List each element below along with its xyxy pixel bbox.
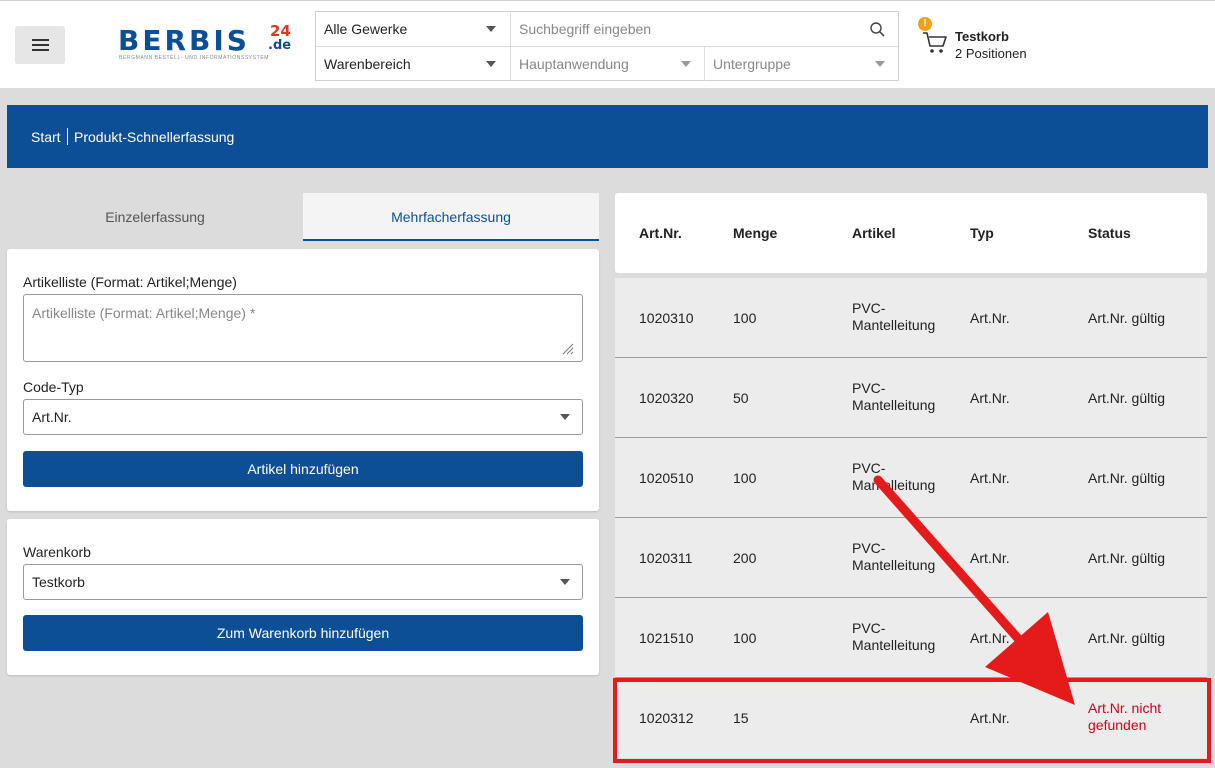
quantity-cell: 200	[733, 550, 757, 566]
codetype-select[interactable]: Art.Nr.	[23, 399, 583, 435]
column-header: Menge	[733, 225, 778, 241]
status-cell: Art.Nr. gültig	[1088, 310, 1166, 326]
type-cell: Art.Nr.	[970, 630, 1010, 646]
cart-title: Testkorb	[955, 29, 1009, 44]
article-cell: PVC- Mantelleitung	[852, 460, 936, 493]
type-cell: Art.Nr.	[970, 470, 1010, 486]
table-row: 1020320 50 PVC- Mantelleitung Art.Nr. Art…	[615, 358, 1207, 438]
results-table-header: Art.Nr. Menge Artikel Typ Status	[615, 193, 1207, 273]
trade-select-value: Alle Gewerke	[324, 21, 408, 37]
article-cell: PVC- Mantelleitung	[852, 300, 936, 333]
logo-tagline: BERGMANN BESTELL- UND INFORMATIONSSYSTEM	[119, 55, 270, 61]
column-header: Typ	[970, 225, 994, 241]
quantity-cell: 15	[733, 710, 749, 726]
column-header: Artikel	[852, 225, 896, 241]
table-row: 1021510 100 PVC- Mantelleitung Art.Nr. Ar…	[615, 598, 1207, 678]
article-cell: PVC- Mantelleitung	[852, 620, 936, 653]
artnr-cell: 1020320	[639, 390, 694, 406]
search-panel: Alle Gewerke Suchbegriff eingeben Warenb…	[315, 11, 899, 81]
berbis-logo[interactable]: BERBIS 24 .de BERGMANN BESTELL- UND INFO…	[118, 22, 298, 65]
codetype-label: Code-Typ	[23, 379, 84, 395]
status-cell-error: Art.Nr. nicht gefunden	[1088, 700, 1162, 733]
main-use-select-value: Hauptanwendung	[519, 56, 629, 72]
area-select-value: Warenbereich	[324, 56, 411, 72]
artnr-cell: 1020312	[639, 710, 694, 726]
codetype-value: Art.Nr.	[32, 409, 72, 425]
resize-handle-icon[interactable]	[562, 343, 574, 355]
cart-form-card: Warenkorb Testkorb Zum Warenkorb hinzufü…	[7, 519, 599, 675]
column-header: Art.Nr.	[639, 225, 682, 241]
chevron-down-icon	[486, 26, 496, 32]
breadcrumb-separator	[67, 128, 68, 145]
cart-select[interactable]: Testkorb	[23, 564, 583, 600]
cart-alert-badge: !	[918, 17, 932, 31]
area-select[interactable]: Warenbereich	[316, 47, 510, 81]
status-cell: Art.Nr. gültig	[1088, 550, 1166, 566]
articlelist-textarea[interactable]: Artikelliste (Format: Artikel;Menge) *	[23, 294, 583, 362]
quantity-cell: 100	[733, 470, 757, 486]
artnr-cell: 1021510	[639, 630, 694, 646]
tab-multi-entry[interactable]: Mehrfacherfassung	[303, 193, 599, 241]
artnr-cell: 1020510	[639, 470, 694, 486]
artnr-cell: 1020311	[639, 550, 693, 566]
quantity-cell: 100	[733, 630, 757, 646]
search-placeholder: Suchbegriff eingeben	[519, 21, 652, 37]
table-row: 1020311 200 PVC- Mantelleitung Art.Nr. Ar…	[615, 518, 1207, 598]
add-article-button[interactable]: Artikel hinzufügen	[23, 451, 583, 487]
main-use-select[interactable]: Hauptanwendung	[511, 47, 704, 81]
quantity-cell: 50	[733, 390, 749, 406]
type-cell: Art.Nr.	[970, 310, 1010, 326]
type-cell: Art.Nr.	[970, 390, 1010, 406]
artnr-cell: 1020310	[639, 310, 694, 326]
status-cell: Art.Nr. gültig	[1088, 390, 1166, 406]
add-to-cart-button[interactable]: Zum Warenkorb hinzufügen	[23, 615, 583, 651]
logo-text: BERBIS	[118, 24, 250, 57]
article-cell: PVC- Mantelleitung	[852, 380, 936, 413]
cart-select-value: Testkorb	[32, 574, 85, 590]
cart-icon	[923, 32, 947, 53]
table-row-error: 1020312 15 Art.Nr. Art.Nr. nicht gefunden	[615, 678, 1207, 758]
cart-summary[interactable]: ! Testkorb 2 Positionen	[918, 17, 1058, 73]
logo-number: 24	[270, 22, 291, 40]
logo-tld: .de	[268, 38, 292, 53]
tab-single-entry[interactable]: Einzelerfassung	[7, 193, 303, 241]
breadcrumb-start-link[interactable]: Start	[31, 129, 61, 145]
articlelist-label: Artikelliste (Format: Artikel;Menge)	[23, 274, 237, 290]
chevron-down-icon	[560, 579, 570, 585]
hamburger-icon	[32, 39, 49, 41]
breadcrumb-current: Produkt-Schnellerfassung	[74, 129, 235, 145]
article-form-card: Artikelliste (Format: Artikel;Menge) Art…	[7, 249, 599, 511]
quantity-cell: 100	[733, 310, 757, 326]
top-header: BERBIS 24 .de BERGMANN BESTELL- UND INFO…	[0, 0, 1215, 88]
table-row: 1020310 100 PVC- Mantelleitung Art.Nr. Ar…	[615, 278, 1207, 358]
subgroup-select-value: Untergruppe	[713, 56, 791, 72]
article-cell: PVC- Mantelleitung	[852, 540, 936, 573]
status-cell: Art.Nr. gültig	[1088, 630, 1166, 646]
menu-button[interactable]	[15, 26, 65, 64]
search-input[interactable]: Suchbegriff eingeben	[511, 12, 898, 46]
type-cell: Art.Nr.	[970, 710, 1010, 726]
chevron-down-icon	[681, 61, 691, 67]
cart-label: Warenkorb	[23, 544, 91, 560]
breadcrumb: Start Produkt-Schnellerfassung	[7, 105, 1208, 168]
type-cell: Art.Nr.	[970, 550, 1010, 566]
articlelist-placeholder: Artikelliste (Format: Artikel;Menge) *	[32, 305, 256, 321]
trade-select[interactable]: Alle Gewerke	[316, 12, 510, 46]
chevron-down-icon	[486, 61, 496, 67]
search-icon[interactable]	[870, 22, 885, 37]
table-row: 1020510 100 PVC- Mantelleitung Art.Nr. Ar…	[615, 438, 1207, 518]
cart-positions: 2 Positionen	[955, 46, 1027, 61]
subgroup-select[interactable]: Untergruppe	[705, 47, 898, 81]
column-header: Status	[1088, 225, 1131, 241]
chevron-down-icon	[875, 61, 885, 67]
chevron-down-icon	[560, 414, 570, 420]
status-cell: Art.Nr. gültig	[1088, 470, 1166, 486]
